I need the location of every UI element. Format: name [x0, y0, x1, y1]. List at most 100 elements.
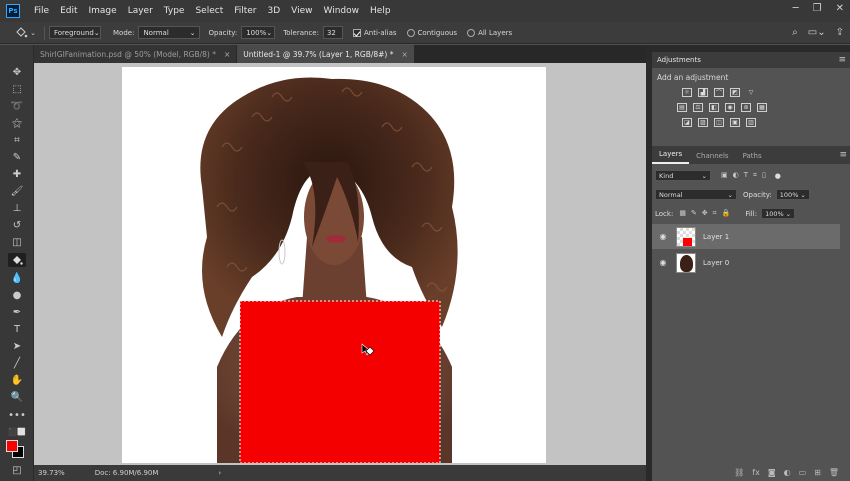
paint-bucket-preset-icon[interactable]: ⌄	[14, 26, 36, 40]
default-colors-icon[interactable]: ⬛⬜	[8, 425, 26, 439]
magic-wand-tool-icon[interactable]: ⚝	[8, 116, 26, 130]
move-tool-icon[interactable]: ✥	[8, 65, 26, 79]
eraser-tool-icon[interactable]: ◫	[8, 235, 26, 249]
posterize-icon[interactable]: ▨	[698, 118, 708, 127]
vibrance-icon[interactable]: ▽	[746, 88, 756, 97]
visibility-eye-icon[interactable]: ◉	[656, 258, 670, 267]
delete-layer-icon[interactable]: 🗑	[829, 468, 839, 477]
panel-menu-icon[interactable]: ≡	[838, 55, 846, 65]
pen-tool-icon[interactable]: ✒	[8, 305, 26, 319]
new-adjustment-icon[interactable]: ◐	[784, 468, 791, 477]
line-tool-icon[interactable]: ╱	[8, 356, 26, 370]
filter-toggle-icon[interactable]: ●	[775, 172, 781, 180]
layer-row[interactable]: ◉ Layer 0	[652, 250, 840, 275]
red-fill-selection[interactable]	[239, 300, 441, 463]
layer-fill-input[interactable]: 100% ⌄	[761, 208, 796, 219]
menu-help[interactable]: Help	[370, 6, 391, 16]
tab-untitled-1[interactable]: Untitled-1 @ 39.7% (Layer 1, RGB/8#) * ×	[237, 45, 414, 63]
type-tool-icon[interactable]: T	[8, 322, 26, 336]
visibility-eye-icon[interactable]: ◉	[656, 232, 670, 241]
paint-bucket-tool-icon[interactable]	[8, 253, 26, 267]
black-white-icon[interactable]: ◧	[709, 103, 719, 112]
healing-brush-tool-icon[interactable]: ✚	[8, 167, 26, 181]
workspace-icon[interactable]: ▭⌄	[808, 27, 826, 38]
photo-filter-icon[interactable]: ◉	[725, 103, 735, 112]
layer-row[interactable]: ◉ Layer 1	[652, 224, 840, 249]
opacity-input[interactable]: 100% ⌄	[241, 26, 276, 39]
tolerance-label: Tolerance:	[283, 28, 319, 37]
invert-icon[interactable]: ◪	[682, 118, 692, 127]
share-icon[interactable]: ⇪	[836, 27, 844, 38]
foreground-color-swatch[interactable]	[6, 440, 18, 452]
zoom-tool-icon[interactable]: 🔍	[8, 390, 26, 404]
filter-kind-select[interactable]: Kind ⌄	[655, 170, 711, 181]
menu-layer[interactable]: Layer	[128, 6, 153, 16]
fill-source-select[interactable]: Foreground ⌄	[49, 26, 101, 39]
brush-tool-icon[interactable]: 🖌	[8, 184, 26, 198]
menu-edit[interactable]: Edit	[60, 6, 77, 16]
add-mask-icon[interactable]: ◙	[768, 468, 776, 477]
menu-image[interactable]: Image	[89, 6, 117, 16]
minimize-icon[interactable]: ─	[793, 3, 799, 14]
more-tools-icon[interactable]: •••	[8, 408, 26, 422]
menu-type[interactable]: Type	[164, 6, 185, 16]
gradient-map-icon[interactable]: ▥	[746, 118, 756, 127]
close-window-icon[interactable]: ✕	[836, 3, 844, 14]
restore-icon[interactable]: ❐	[813, 3, 822, 14]
contiguous-checkbox[interactable]	[406, 28, 415, 37]
brightness-icon[interactable]: ☼	[682, 88, 692, 97]
history-brush-tool-icon[interactable]: ↺	[8, 218, 26, 232]
lock-options-icons[interactable]: ▦✎✥⌗🔒	[679, 209, 735, 218]
crop-tool-icon[interactable]: ⌗	[8, 133, 26, 147]
close-icon[interactable]: ×	[224, 50, 230, 59]
new-layer-icon[interactable]: ⊞	[814, 468, 821, 477]
blur-tool-icon[interactable]: 💧	[8, 271, 26, 285]
mode-select[interactable]: Normal ⌄	[138, 26, 201, 39]
adjustments-title[interactable]: Adjustments	[657, 56, 701, 64]
threshold-icon[interactable]: ◫	[714, 118, 724, 127]
hand-tool-icon[interactable]: ✋	[8, 373, 26, 387]
menu-filter[interactable]: Filter	[234, 6, 256, 16]
status-arrow-icon[interactable]: ›	[218, 469, 221, 477]
dodge-tool-icon[interactable]: ●	[8, 288, 26, 302]
menu-view[interactable]: View	[291, 6, 312, 16]
eyedropper-tool-icon[interactable]: ✎	[8, 150, 26, 164]
new-group-icon[interactable]: ▭	[799, 468, 807, 477]
blend-mode-select[interactable]: Normal ⌄	[655, 189, 737, 200]
tab-shirlgifanimation[interactable]: ShirlGIFanimation.psd @ 50% (Model, RGB/…	[34, 45, 237, 63]
quick-mask-icon[interactable]: ◰	[8, 463, 26, 477]
curves-icon[interactable]: ⌒	[714, 88, 724, 97]
antialias-checkbox[interactable]	[352, 28, 361, 37]
levels-icon[interactable]: ▟	[698, 88, 708, 97]
color-lookup-icon[interactable]: ▦	[757, 103, 767, 112]
lasso-tool-icon[interactable]: ➰	[8, 99, 26, 113]
menu-select[interactable]: Select	[195, 6, 223, 16]
path-selection-tool-icon[interactable]: ➤	[8, 339, 26, 353]
panel-menu-icon[interactable]: ≡	[839, 150, 847, 164]
menu-3d[interactable]: 3D	[268, 6, 281, 16]
hue-saturation-icon[interactable]: ▤	[677, 103, 687, 112]
filter-type-icons[interactable]: ▣◐T⌗▯	[721, 171, 771, 180]
all-layers-checkbox[interactable]	[467, 28, 476, 37]
tab-layers[interactable]: Layers	[652, 150, 690, 164]
canvas-area[interactable]	[34, 63, 646, 465]
link-layers-icon[interactable]: ⛓	[734, 468, 744, 477]
opacity-label: Opacity:	[208, 28, 238, 37]
zoom-level[interactable]: 39.73%	[38, 469, 65, 477]
menu-file[interactable]: File	[34, 6, 49, 16]
clone-stamp-tool-icon[interactable]: ⊥	[8, 201, 26, 215]
selective-color-icon[interactable]: ▣	[730, 118, 740, 127]
layer-opacity-input[interactable]: 100% ⌄	[775, 189, 810, 200]
color-balance-icon[interactable]: ⚖	[693, 103, 703, 112]
tolerance-input[interactable]: 32	[322, 26, 343, 39]
marquee-tool-icon[interactable]: ⬚	[8, 82, 26, 96]
layer-style-icon[interactable]: fx	[752, 468, 760, 477]
exposure-icon[interactable]: ◩	[730, 88, 740, 97]
tab-channels[interactable]: Channels	[689, 152, 735, 164]
close-icon[interactable]: ×	[402, 50, 408, 59]
tab-paths[interactable]: Paths	[736, 152, 769, 164]
menu-window[interactable]: Window	[324, 6, 360, 16]
channel-mixer-icon[interactable]: ⊛	[741, 103, 751, 112]
document-canvas[interactable]	[122, 67, 546, 463]
search-icon[interactable]: ⌕	[792, 27, 798, 38]
